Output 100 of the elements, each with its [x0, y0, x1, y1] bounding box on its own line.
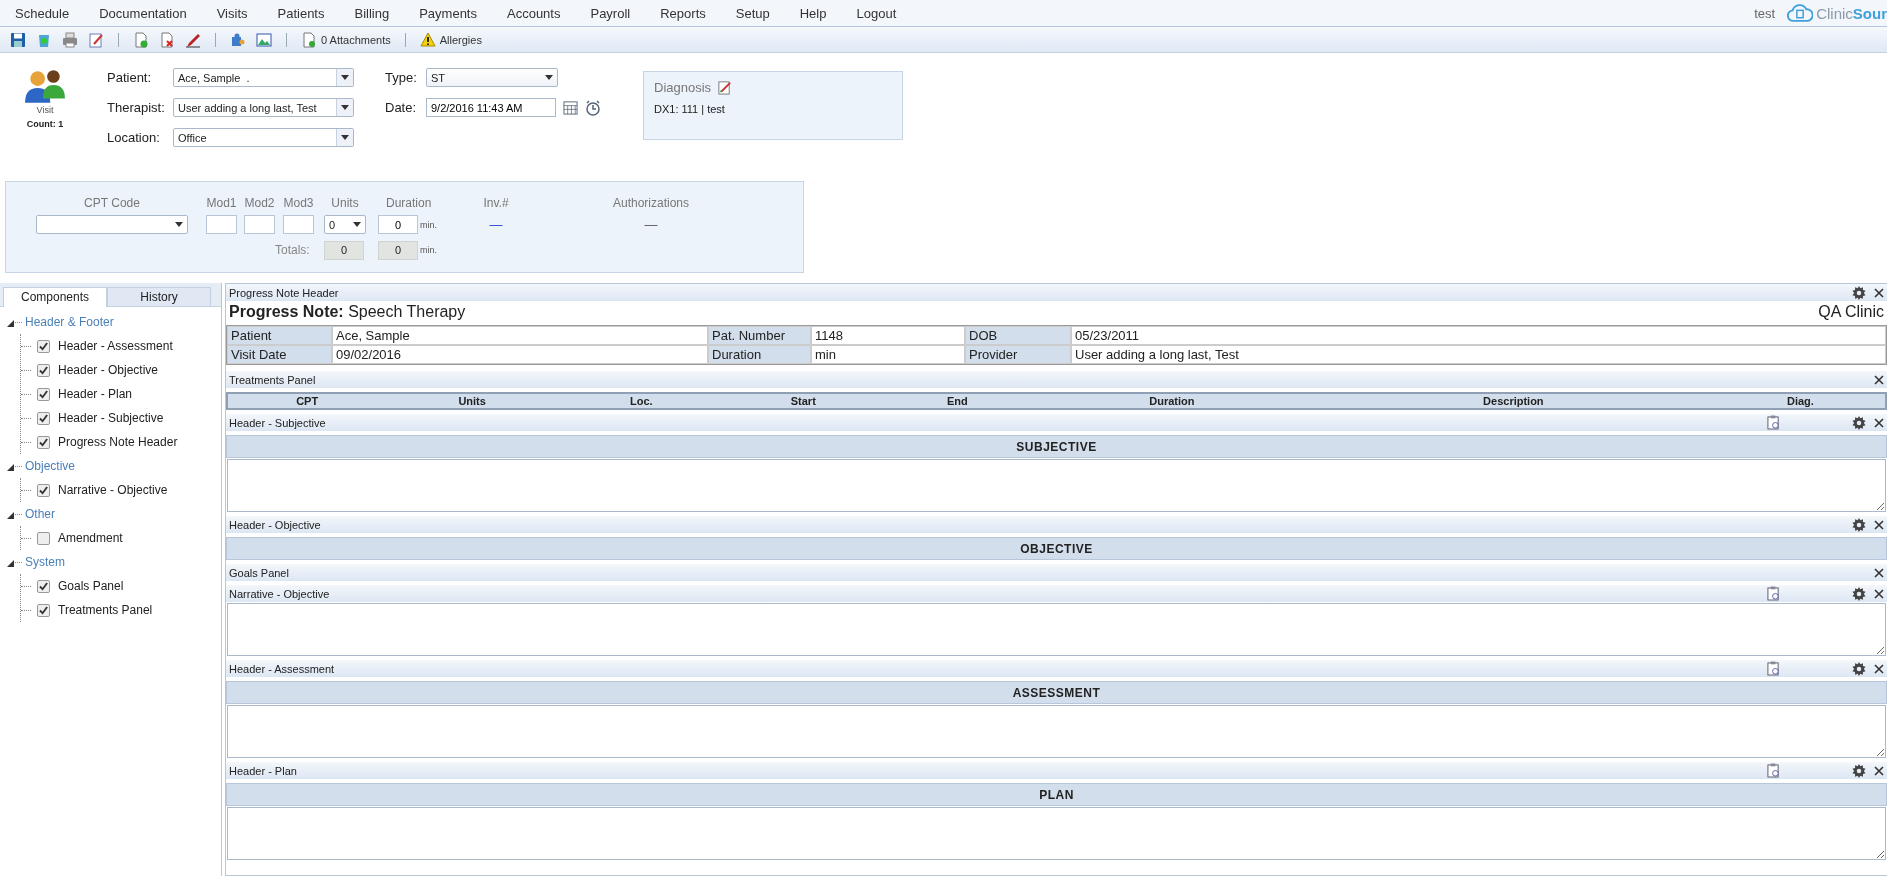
- invoice-link[interactable]: —: [476, 217, 516, 232]
- clipboard-icon[interactable]: [1767, 763, 1780, 778]
- tree-item[interactable]: Narrative - Objective: [58, 483, 168, 497]
- expand-arrow-icon[interactable]: [7, 319, 14, 327]
- tree-group-label[interactable]: Objective: [25, 459, 76, 473]
- note-field[interactable]: [227, 705, 1886, 758]
- document-check-icon[interactable]: [133, 31, 149, 48]
- settings-icon[interactable]: [1852, 517, 1866, 532]
- warning-icon[interactable]: [419, 31, 436, 48]
- dropdown[interactable]: User adding a long last, Test: [173, 98, 354, 117]
- tree-item[interactable]: Header - Assessment: [58, 339, 173, 353]
- checkbox[interactable]: [37, 483, 50, 497]
- settings-icon[interactable]: [1852, 586, 1866, 601]
- close-icon[interactable]: [1874, 417, 1884, 428]
- dropdown[interactable]: ST: [426, 68, 558, 87]
- close-icon[interactable]: [1874, 663, 1884, 674]
- clipboard-icon[interactable]: [1767, 661, 1780, 676]
- document-delete-icon[interactable]: [159, 31, 175, 48]
- clipboard-icon[interactable]: [1767, 415, 1780, 430]
- clipboard-icon[interactable]: [1767, 586, 1780, 601]
- menu-item[interactable]: Payments: [404, 5, 492, 21]
- label-cell: Patient: [227, 326, 332, 345]
- tree-item[interactable]: Goals Panel: [58, 579, 124, 593]
- close-icon[interactable]: [1874, 588, 1884, 599]
- close-icon[interactable]: [1874, 374, 1884, 385]
- date-field[interactable]: 9/2/2016 11:43 AM: [426, 98, 556, 117]
- settings-icon[interactable]: [1852, 763, 1866, 778]
- column-header: Authorizations: [611, 196, 690, 212]
- checkbox[interactable]: [37, 603, 50, 617]
- settings-icon[interactable]: [1852, 415, 1866, 430]
- checkbox[interactable]: [37, 387, 50, 401]
- menu-item[interactable]: Visits: [201, 5, 263, 21]
- tree-item[interactable]: Header - Plan: [58, 387, 133, 401]
- menu-item[interactable]: Help: [784, 5, 842, 21]
- label-cell: Duration: [708, 345, 811, 364]
- dropdown[interactable]: Office: [173, 128, 354, 147]
- puzzle-icon[interactable]: [230, 31, 246, 48]
- expand-arrow-icon[interactable]: [7, 511, 14, 519]
- checkbox[interactable]: [37, 435, 50, 449]
- attachment-icon[interactable]: [301, 31, 317, 48]
- menu-item[interactable]: Documentation: [84, 5, 202, 21]
- dropdown[interactable]: Ace, Sample .: [173, 68, 354, 87]
- note-title: Progress Note: Speech Therapy: [229, 303, 466, 321]
- menu-item[interactable]: Schedule: [0, 5, 85, 21]
- attachments-button[interactable]: 0 Attachments: [321, 33, 391, 46]
- caret-icon: [341, 105, 349, 110]
- note-field[interactable]: [227, 807, 1886, 860]
- close-icon[interactable]: [1874, 765, 1884, 776]
- edit-icon[interactable]: [88, 31, 104, 48]
- units-dropdown[interactable]: 0: [324, 215, 366, 234]
- close-icon[interactable]: [1874, 519, 1884, 530]
- note-field[interactable]: [227, 603, 1886, 656]
- duration-field[interactable]: 0: [378, 215, 418, 234]
- expand-arrow-icon[interactable]: [7, 559, 14, 567]
- menu-item[interactable]: Setup: [720, 5, 785, 21]
- label-cell: Pat. Number: [708, 326, 811, 345]
- clinic-name: QA Clinic: [1818, 303, 1884, 321]
- image-icon[interactable]: [256, 31, 272, 48]
- close-icon[interactable]: [1874, 567, 1884, 578]
- pen-icon[interactable]: [185, 31, 201, 48]
- tree-group-label[interactable]: Other: [25, 507, 55, 521]
- calendar-icon[interactable]: [563, 100, 578, 115]
- save-icon[interactable]: [10, 31, 26, 48]
- menu-item[interactable]: Reports: [645, 5, 721, 21]
- tree-item[interactable]: Progress Note Header: [58, 435, 178, 449]
- close-icon[interactable]: [1874, 287, 1884, 298]
- settings-icon[interactable]: [1852, 285, 1866, 300]
- tab[interactable]: Components: [3, 287, 107, 307]
- tab[interactable]: History: [107, 287, 211, 306]
- checkbox[interactable]: [37, 363, 50, 377]
- printer-icon[interactable]: [62, 31, 78, 48]
- checkbox[interactable]: [37, 411, 50, 425]
- visit-count: Count: 1: [26, 119, 64, 129]
- tree-group-label[interactable]: System: [25, 555, 65, 569]
- settings-icon[interactable]: [1852, 661, 1866, 676]
- edit-icon[interactable]: [717, 80, 733, 95]
- authorizations-value: —: [643, 217, 659, 232]
- allergies-button[interactable]: Allergies: [439, 33, 482, 46]
- expand-arrow-icon[interactable]: [7, 463, 14, 471]
- modifier-field[interactable]: [244, 215, 275, 234]
- checkbox[interactable]: [37, 531, 50, 545]
- label-cell: DOB: [965, 326, 1071, 345]
- menu-item[interactable]: Payroll: [575, 5, 646, 21]
- table-cell: User adding a long last, Test: [1071, 345, 1886, 364]
- tree-item[interactable]: Amendment: [58, 531, 123, 545]
- checkbox[interactable]: [37, 579, 50, 593]
- tree-item[interactable]: Header - Subjective: [58, 411, 164, 425]
- modifier-field[interactable]: [283, 215, 314, 234]
- menu-item[interactable]: Accounts: [492, 5, 576, 21]
- tree-item[interactable]: Treatments Panel: [58, 603, 153, 617]
- tree-group-label[interactable]: Header & Footer: [25, 315, 114, 329]
- modifier-field[interactable]: [206, 215, 237, 234]
- menu-item[interactable]: Patients: [262, 5, 340, 21]
- menu-item[interactable]: Logout: [841, 5, 912, 21]
- checkbox[interactable]: [37, 339, 50, 353]
- note-field[interactable]: [227, 459, 1886, 512]
- menu-item[interactable]: Billing: [339, 5, 405, 21]
- alarm-clock-icon[interactable]: [585, 99, 601, 116]
- tree-item[interactable]: Header - Objective: [58, 363, 159, 377]
- panel-title: Narrative - Objective: [229, 587, 330, 600]
